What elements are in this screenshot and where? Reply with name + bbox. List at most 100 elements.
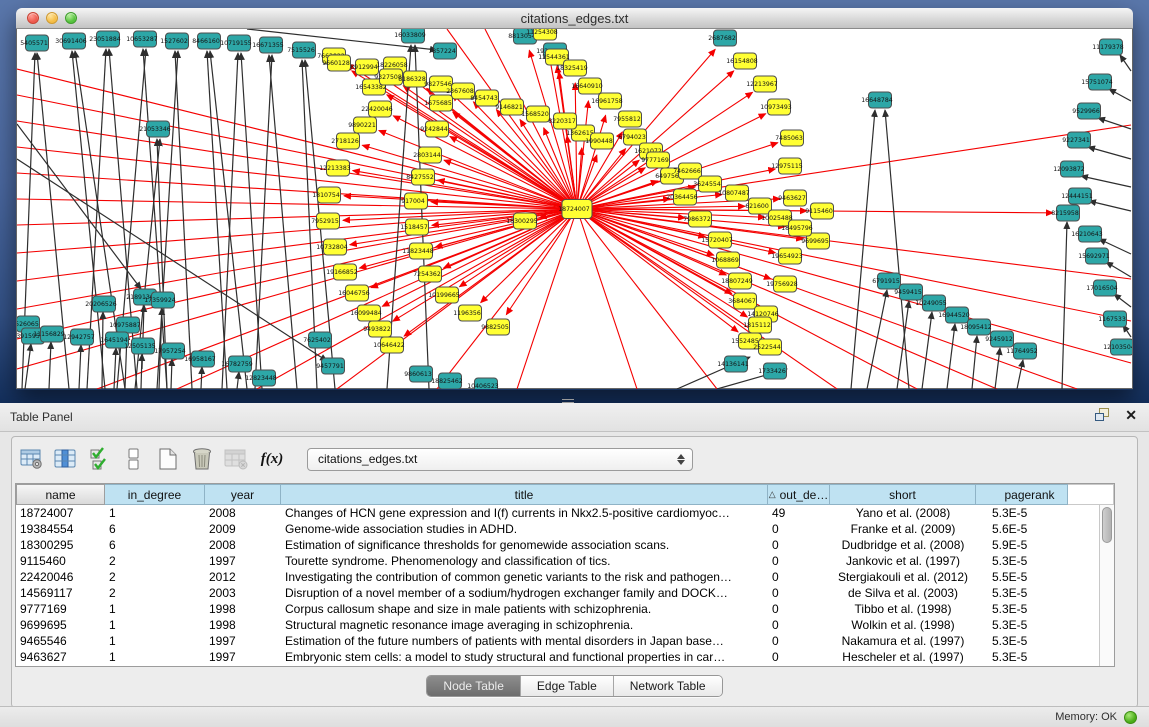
table-vertical-scrollbar[interactable]	[1099, 505, 1114, 666]
tab-network-table[interactable]: Network Table	[613, 676, 722, 696]
tab-edge-table[interactable]: Edge Table	[520, 676, 613, 696]
graph-node-label: 8427552	[406, 174, 434, 181]
column-pair-icon[interactable]	[121, 446, 147, 472]
graph-node-label: 16033809	[394, 32, 426, 39]
graph-node-label: 621600	[745, 203, 769, 210]
column-header-title[interactable]: title	[281, 484, 768, 505]
graph-edge-black	[922, 312, 932, 389]
table-row[interactable]: 1872400712008Changes of HCN gene express…	[16, 505, 1099, 521]
graph-edge-black	[947, 324, 955, 389]
table-cell: 1	[105, 633, 205, 649]
table-cell: 2	[105, 569, 205, 585]
graph-node-label: 16099484	[350, 310, 382, 317]
column-header-name[interactable]: name	[16, 484, 105, 505]
table-cell: 0	[768, 585, 830, 601]
table-row[interactable]: 911546021997Tourette syndrome. Phenomeno…	[16, 553, 1099, 569]
table-cell: Genome-wide association studies in ADHD.	[281, 521, 768, 537]
table-row[interactable]: 946554611997Estimation of the future num…	[16, 633, 1099, 649]
column-header-year[interactable]: year	[205, 484, 281, 505]
graph-node-label: 1196356	[453, 310, 481, 317]
graph-node-label: 20206526	[85, 301, 117, 308]
graph-node-label: 8220317	[548, 118, 576, 125]
table-cell: 14569117	[16, 585, 105, 601]
graph-edge-red	[577, 209, 771, 279]
table-cell: Corpus callosum shape and size in male p…	[281, 601, 768, 617]
table-cell: 5.3E-5	[976, 553, 1068, 569]
tab-node-table[interactable]: Node Table	[427, 676, 520, 696]
table-cell: 0	[768, 633, 830, 649]
table-cell: 9115460	[16, 553, 105, 569]
graph-node-label: 18300295	[506, 218, 538, 225]
close-panel-icon[interactable]: ✕	[1125, 408, 1137, 422]
table-row[interactable]: 969969511998Structural magnetic resonanc…	[16, 617, 1099, 633]
network-window-titlebar[interactable]: citations_edges.txt	[16, 8, 1133, 29]
graph-node-label: 7254362	[413, 271, 441, 278]
table-row[interactable]: 977716911998Corpus callosum shape and si…	[16, 601, 1099, 617]
graph-node-label: 8215958	[1051, 210, 1079, 217]
select-rows-icon[interactable]	[87, 446, 113, 472]
column-header-short[interactable]: short	[830, 484, 976, 505]
graph-node-label: 15720407	[701, 237, 733, 244]
table-cell: 5.3E-5	[976, 617, 1068, 633]
scrollbar-thumb[interactable]	[1102, 507, 1112, 543]
graph-node-label: 10975887	[109, 322, 141, 329]
float-panel-icon[interactable]	[1095, 408, 1111, 422]
column-header-pagerank[interactable]: pagerank	[976, 484, 1068, 505]
graph-edge-black	[1109, 89, 1131, 101]
graph-node-label: 17016504	[1086, 285, 1118, 292]
graph-node-label: 12213383	[319, 165, 351, 172]
graph-node-label: 14136141	[717, 361, 749, 368]
network-canvas[interactable]: 5405571306914062305188410653287152760284…	[16, 29, 1133, 389]
table-panel-titlebar: Table Panel ✕	[0, 403, 1149, 432]
graph-edge-black	[867, 290, 887, 389]
graph-node-label: 9115460	[805, 208, 833, 215]
graph-node-label: 2803144	[413, 152, 441, 159]
table-cell: 49	[768, 505, 830, 521]
sort-ascending-icon: △	[769, 489, 776, 500]
graph-edge-black	[1081, 176, 1131, 187]
graph-node-label: 1990448	[585, 138, 613, 145]
table-row[interactable]: 1830029562008Estimation of significance …	[16, 537, 1099, 553]
graph-node-label: 12975115	[771, 163, 803, 170]
column-header-in-degree[interactable]: in_degree	[105, 484, 205, 505]
graph-node-label: 19756928	[766, 281, 798, 288]
table-row[interactable]: 1456911722003Disruption of a novel membe…	[16, 585, 1099, 601]
table-settings-icon[interactable]	[19, 446, 45, 472]
table-header-row: name in_degree year title △out_de… short…	[16, 484, 1114, 505]
graph-edge-black	[255, 55, 272, 389]
table-cell: 0	[768, 569, 830, 585]
graph-node-label: 16958167	[184, 356, 216, 363]
table-cell: 5.3E-5	[976, 649, 1068, 665]
show-column-icon[interactable]	[53, 446, 79, 472]
table-cell: Yano et al. (2008)	[830, 505, 976, 521]
table-cell: 2012	[205, 569, 281, 585]
graph-node-label: 7952915	[311, 218, 339, 225]
graph-node-label: 22420046	[361, 106, 393, 113]
delete-icon[interactable]	[189, 446, 215, 472]
graph-node-label: 10406523	[467, 383, 499, 389]
graph-node-label: 18807249	[721, 278, 753, 285]
table-cell: 9777169	[16, 601, 105, 617]
graph-node-label: 5405571	[20, 40, 48, 47]
graph-node-label: 9699695	[801, 238, 829, 245]
graph-node-label: 1167533	[1098, 316, 1126, 323]
table-row[interactable]: 1938455462009Genome-wide association stu…	[16, 521, 1099, 537]
graph-node-label: 17957254	[154, 348, 186, 355]
status-bar: Memory: OK	[0, 706, 1149, 727]
function-builder-icon[interactable]: f(x)	[257, 446, 287, 472]
graph-edge-black	[201, 367, 202, 389]
graph-node-label: 9777169	[641, 157, 669, 164]
memory-status-indicator[interactable]	[1124, 711, 1137, 724]
table-row[interactable]: 2242004622012Investigating the contribut…	[16, 569, 1099, 585]
split-divider-grip[interactable]	[562, 397, 574, 404]
table-selector-dropdown[interactable]: citations_edges.txt	[307, 448, 693, 471]
graph-node-label: 11764952	[1006, 348, 1038, 355]
graph-node-label: 3684067	[728, 298, 756, 305]
column-header-out-degree[interactable]: △out_de…	[768, 484, 830, 505]
delete-table-icon-disabled	[223, 446, 249, 472]
table-cell: Estimation of significance thresholds fo…	[281, 537, 768, 553]
table-row[interactable]: 946362711997Embryonic stem cells: a mode…	[16, 649, 1099, 665]
new-document-icon[interactable]	[155, 446, 181, 472]
table-cell: Franke et al. (2009)	[830, 521, 976, 537]
graph-node-label: 15751074	[1081, 79, 1113, 86]
